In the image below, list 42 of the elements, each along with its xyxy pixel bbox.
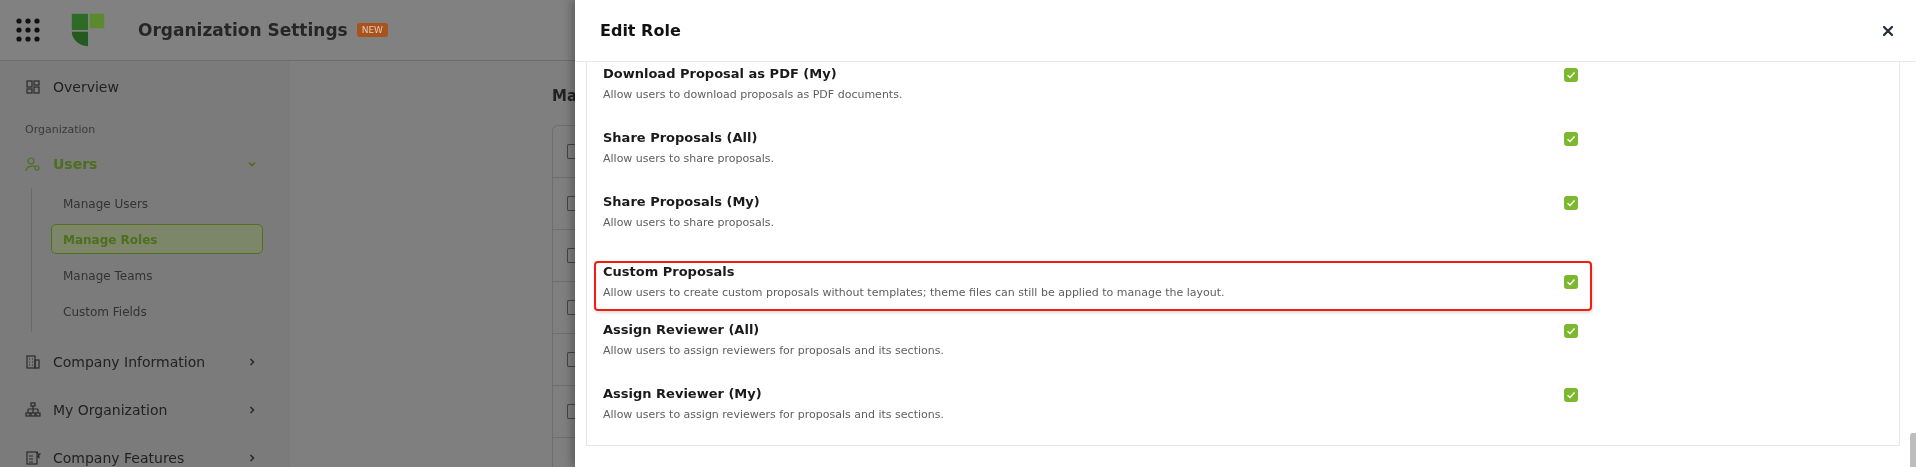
page-title: Organization Settings (138, 20, 348, 40)
permission-title: Custom Proposals (603, 264, 736, 279)
permission-description: Allow users to create custom proposals without templates; theme files can still be applied to manage the layout. (603, 286, 1226, 299)
submenu-item[interactable]: Manage Teams (51, 260, 263, 290)
sidebar-item[interactable]: Company Information (25, 350, 260, 374)
chevron-right-icon (247, 453, 257, 463)
submenu-item[interactable]: Custom Fields (51, 296, 263, 326)
chevron-down-icon (247, 159, 257, 169)
permission-title: Share Proposals (All) (603, 130, 759, 145)
close-icon[interactable] (1882, 24, 1894, 37)
grid-icon (25, 79, 41, 95)
permission-title: Download Proposal as PDF (My) (603, 66, 838, 81)
permission-title: Assign Reviewer (All) (603, 322, 761, 337)
checkbox[interactable] (1564, 132, 1578, 146)
sidebar-item[interactable]: Overview (25, 75, 260, 99)
user-gear-icon (25, 156, 41, 172)
checkbox[interactable] (1564, 388, 1578, 402)
permission-description: Allow users to share proposals. (603, 152, 776, 165)
chevron-right-icon (247, 357, 257, 367)
permission-description: Allow users to assign reviewers for proposals and its sections. (603, 344, 945, 357)
checkbox[interactable] (1564, 196, 1578, 210)
panel-title: Edit Role (600, 21, 681, 40)
permission-description: Allow users to assign reviewers for proposals and its sections. (603, 408, 945, 421)
submenu-item[interactable]: Manage Users (51, 188, 263, 218)
new-badge: NEW (356, 23, 388, 37)
content-heading: Ma (552, 87, 575, 107)
chevron-right-icon (247, 405, 257, 415)
building-icon (25, 354, 41, 370)
checkbox[interactable] (1564, 275, 1578, 289)
permission-description: Allow users to download proposals as PDF documents. (603, 88, 904, 101)
checkbox[interactable] (1564, 324, 1578, 338)
section-heading: Organization (25, 123, 97, 136)
permission-description: Allow users to share proposals. (603, 216, 776, 229)
logo-icon (70, 12, 106, 48)
scrollbar-thumb[interactable] (1910, 433, 1916, 467)
permission-title: Assign Reviewer (My) (603, 386, 763, 401)
apps-menu-icon[interactable] (16, 18, 40, 42)
sidebar-item[interactable]: Company Features (25, 446, 260, 467)
checkbox[interactable] (1564, 68, 1578, 82)
permission-title: Share Proposals (My) (603, 194, 761, 209)
org-chart-icon (25, 402, 41, 418)
sidebar-item[interactable]: My Organization (25, 398, 260, 422)
